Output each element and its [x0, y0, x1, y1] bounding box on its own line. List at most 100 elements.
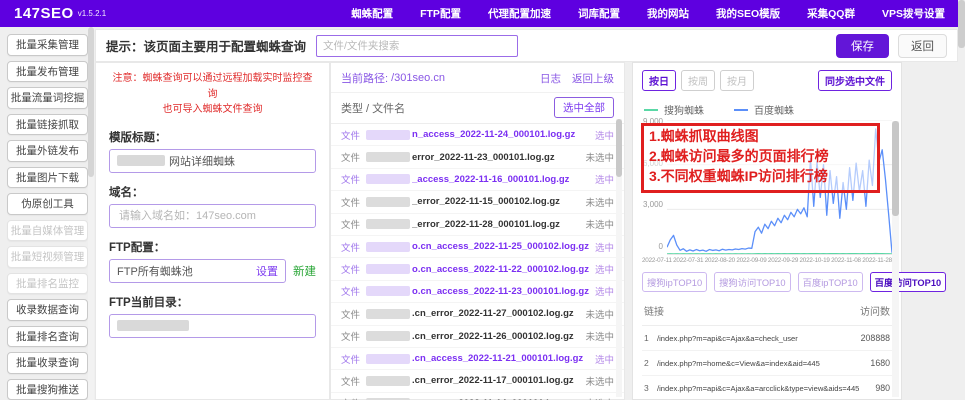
top-nav-item[interactable]: 我的SEO模版 — [716, 6, 780, 21]
file-select-toggle[interactable]: 未选中 — [579, 150, 614, 164]
file-list-scrollbar[interactable] — [616, 119, 622, 397]
template-title-field[interactable]: 网站详细蜘蛛 — [109, 148, 316, 173]
sidebar-item[interactable]: 批量短视频管理 — [7, 246, 88, 268]
links-table-row[interactable]: 1 /index.php?m=api&c=Ajax&a=check_user 2… — [642, 326, 892, 351]
file-row[interactable]: 文件 _error_2022-11-15_000102.log.gz 未选中 — [331, 191, 624, 214]
redacted-text — [117, 320, 189, 331]
sidebar-scrollbar-thumb[interactable] — [88, 27, 94, 177]
period-tab[interactable]: 按日 — [642, 70, 676, 91]
file-type-label: 文件 — [341, 242, 361, 254]
top-nav-item[interactable]: VPS拨号设置 — [882, 6, 945, 21]
top-nav-item[interactable]: FTP配置 — [420, 6, 461, 21]
page-scrollbar-thumb[interactable] — [958, 0, 965, 48]
sidebar-item[interactable]: 批量自媒体管理 — [7, 219, 88, 241]
sidebar-scrollbar[interactable] — [88, 27, 94, 400]
file-name: .cn_error_2022-11-17_000101.log.gz — [412, 375, 574, 387]
sidebar-item[interactable]: 批量排名监控 — [7, 272, 88, 294]
file-select-toggle[interactable]: 选中 — [589, 172, 614, 186]
file-row[interactable]: 文件 .cn_error_2022-11-14_000101.log.gz 未选… — [331, 393, 624, 400]
top10-tab[interactable]: 百度访问TOP10 — [869, 272, 947, 292]
top-nav-item[interactable]: 蜘蛛配置 — [351, 6, 393, 21]
annotation-line-2: 2.蜘蛛访问最多的页面排行榜 — [649, 147, 829, 164]
file-select-toggle[interactable]: 未选中 — [579, 329, 614, 343]
sidebar-item[interactable]: 收录数据查询 — [7, 299, 88, 321]
sidebar: 批量采集管理 批量发布管理 批量流量词挖掘 批量链接抓取 批量外链发布 批量图片下载 伪原创… — [0, 31, 88, 400]
legend-item[interactable]: 搜狗蜘蛛 — [644, 102, 704, 117]
sidebar-item[interactable]: 批量链接抓取 — [7, 113, 88, 135]
analytics-scrollbar[interactable] — [892, 121, 899, 397]
file-row[interactable]: 文件 .cn_error_2022-11-27_000102.log.gz 未选… — [331, 303, 624, 326]
x-tick-label: 2022-07-11 — [642, 257, 672, 264]
file-row[interactable]: 文件 .cn_access_2022-11-21_000101.log.gz 选… — [331, 348, 624, 371]
page-scrollbar[interactable] — [958, 0, 965, 400]
sync-selected-files-button[interactable]: 同步选中文件 — [818, 70, 892, 91]
file-row[interactable]: 文件 .cn_error_2022-11-17_000101.log.gz 未选… — [331, 370, 624, 393]
ftp-dir-field[interactable] — [109, 313, 316, 338]
x-tick-label: 2022-08-20 — [704, 257, 735, 264]
file-select-toggle[interactable]: 选中 — [589, 240, 614, 254]
annotation-line-1: 1.蜘蛛抓取曲线图 — [649, 128, 759, 144]
x-tick-label: 2022-11-28 — [862, 257, 892, 264]
warning-note-line2: 也可导入蜘蛛文件查询 — [162, 104, 263, 115]
legend-item[interactable]: 百度蜘蛛 — [734, 102, 794, 117]
top-nav-item[interactable]: 我的网站 — [647, 6, 689, 21]
file-select-toggle[interactable]: 选中 — [589, 128, 614, 142]
app-window: 147SEO v1.5.2.1 蜘蛛配置 FTP配置 代理配置加速 词库配置 我的网站 我… — [0, 0, 965, 400]
file-select-toggle[interactable]: 选中 — [589, 284, 614, 298]
domain-field[interactable] — [109, 203, 316, 228]
links-table-row[interactable]: 2 /index.php?m=home&c=View&a=index&aid=4… — [642, 351, 892, 376]
path-label: 当前路径: — [341, 73, 389, 85]
link-url: /index.php?m=api&c=Ajax&a=arcclick&type=… — [657, 383, 860, 393]
sidebar-item[interactable]: 批量排名查询 — [7, 325, 88, 347]
redacted-domain — [366, 286, 411, 297]
page-header: 提示：该页面主要用于配置蜘蛛查询 保存 返回 — [95, 29, 958, 62]
top-nav-item[interactable]: 代理配置加速 — [488, 6, 551, 21]
file-select-toggle[interactable]: 选中 — [589, 262, 614, 276]
file-row[interactable]: 文件 o.cn_access_2022-11-23_000101.log.gz … — [331, 281, 624, 304]
file-row[interactable]: 文件 o.cn_access_2022-11-25_000102.log.gz … — [331, 236, 624, 259]
ftp-new-link[interactable]: 新建 — [293, 263, 316, 279]
sidebar-item[interactable]: 批量搜狗推送 — [7, 378, 88, 400]
file-row[interactable]: 文件 .cn_error_2022-11-26_000102.log.gz 未选… — [331, 326, 624, 348]
top10-tab[interactable]: 搜狗ipTOP10 — [642, 272, 708, 292]
file-row[interactable]: 文件 o.cn_access_2022-11-22_000102.log.gz … — [331, 258, 624, 281]
file-search-input[interactable] — [316, 34, 519, 57]
file-list-scrollbar-thumb[interactable] — [616, 119, 622, 177]
file-select-toggle[interactable]: 未选中 — [579, 217, 614, 231]
select-all-button[interactable]: 选中全部 — [554, 97, 614, 118]
file-select-toggle[interactable]: 未选中 — [579, 374, 614, 388]
top-nav-item[interactable]: 采集QQ群 — [807, 6, 855, 21]
ftp-config-field[interactable]: FTP所有蜘蛛池 设置 — [109, 258, 286, 283]
top10-tab[interactable]: 搜狗访问TOP10 — [714, 272, 791, 292]
type-filename-header: 类型 / 文件名 — [341, 102, 406, 115]
file-select-toggle[interactable]: 未选中 — [579, 307, 614, 321]
period-tab[interactable]: 按月 — [720, 70, 754, 91]
sidebar-item[interactable]: 伪原创工具 — [7, 193, 88, 215]
sidebar-item[interactable]: 批量采集管理 — [7, 34, 88, 56]
file-select-toggle[interactable]: 选中 — [589, 352, 614, 366]
file-select-toggle[interactable]: 未选中 — [579, 396, 614, 400]
domain-input[interactable] — [117, 208, 308, 223]
sidebar-item[interactable]: 批量流量词挖掘 — [7, 87, 88, 109]
file-row[interactable]: 文件 n_access_2022-11-24_000101.log.gz 选中 — [331, 124, 624, 147]
file-row[interactable]: 文件 _error_2022-11-28_000101.log.gz 未选中 — [331, 214, 624, 236]
period-tab[interactable]: 按周 — [681, 70, 715, 91]
log-link[interactable]: 日志 — [540, 71, 561, 86]
redacted-domain — [366, 241, 411, 252]
ftp-config-value: FTP所有蜘蛛池 — [117, 265, 193, 278]
save-button[interactable]: 保存 — [836, 33, 889, 58]
analytics-scrollbar-thumb[interactable] — [892, 121, 899, 216]
top-nav-item[interactable]: 词库配置 — [578, 6, 620, 21]
top10-tab[interactable]: 百度ipTOP10 — [797, 272, 863, 292]
sidebar-item[interactable]: 批量发布管理 — [7, 60, 88, 82]
file-row[interactable]: 文件 error_2022-11-23_000101.log.gz 未选中 — [331, 146, 624, 169]
sidebar-item[interactable]: 批量外链发布 — [7, 140, 88, 162]
file-select-toggle[interactable]: 未选中 — [579, 195, 614, 209]
file-row[interactable]: 文件 _access_2022-11-16_000101.log.gz 选中 — [331, 169, 624, 192]
back-button[interactable]: 返回 — [898, 33, 947, 58]
sidebar-item[interactable]: 批量图片下载 — [7, 166, 88, 188]
ftp-set-link[interactable]: 设置 — [256, 263, 278, 279]
links-table-row[interactable]: 3 /index.php?m=api&c=Ajax&a=arcclick&typ… — [642, 376, 892, 400]
sidebar-item[interactable]: 批量收录查询 — [7, 352, 88, 374]
up-level-link[interactable]: 返回上级 — [572, 71, 614, 86]
